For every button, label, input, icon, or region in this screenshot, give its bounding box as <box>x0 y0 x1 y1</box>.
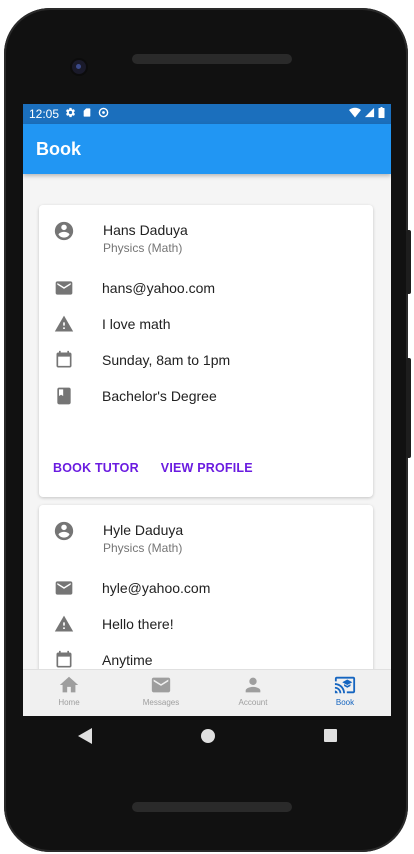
tutor-schedule: Anytime <box>102 652 153 668</box>
account-circle-icon <box>53 220 75 242</box>
view-profile-button[interactable]: VIEW PROFILE <box>161 461 253 475</box>
mail-icon <box>151 677 171 693</box>
signal-icon <box>364 107 375 121</box>
bottom-speaker <box>132 802 292 812</box>
card-actions: BOOK TUTOR VIEW PROFILE <box>53 461 253 475</box>
tutor-name: Hyle Daduya <box>103 522 184 538</box>
bottom-navigation: Home Messages Account Book <box>23 669 391 716</box>
battery-icon <box>378 107 385 121</box>
calendar-icon <box>53 649 75 670</box>
settings-icon <box>65 107 76 121</box>
email-row: hyle@yahoo.com <box>39 577 373 599</box>
tutor-card: Hyle Daduya Physics (Math) hyle@yahoo.co… <box>39 505 373 670</box>
nav-book[interactable]: Book <box>299 670 391 716</box>
tutor-list[interactable]: Hans Daduya Physics (Math) hans@yahoo.co… <box>23 174 391 670</box>
tutor-header: Hyle Daduya Physics (Math) <box>39 517 373 559</box>
schedule-row: Anytime <box>39 649 373 670</box>
app-bar: Book <box>23 124 391 174</box>
email-icon <box>53 277 75 299</box>
tutor-bio: I love math <box>102 316 171 332</box>
front-camera <box>72 60 86 74</box>
schedule-row: Sunday, 8am to 1pm <box>39 349 373 371</box>
book-tutor-button[interactable]: BOOK TUTOR <box>53 461 139 475</box>
nav-label: Messages <box>142 698 180 707</box>
recents-icon[interactable] <box>323 729 337 747</box>
nav-home[interactable]: Home <box>23 670 115 716</box>
wifi-icon <box>349 107 361 121</box>
tutor-subject: Physics (Math) <box>103 241 183 255</box>
warning-icon <box>53 613 75 635</box>
nav-account[interactable]: Account <box>207 670 299 716</box>
degree-row: Bachelor's Degree <box>39 385 373 407</box>
status-bar: 12:05 <box>23 104 391 124</box>
home-icon <box>59 676 79 693</box>
account-circle-icon <box>53 520 75 542</box>
bio-row: I love math <box>39 313 373 335</box>
status-time: 12:05 <box>29 107 60 121</box>
nav-label: Home <box>58 698 80 707</box>
nav-messages[interactable]: Messages <box>115 670 207 716</box>
nav-label: Book <box>335 698 355 707</box>
tutor-schedule: Sunday, 8am to 1pm <box>102 352 231 368</box>
tutor-name: Hans Daduya <box>103 222 188 238</box>
warning-icon <box>53 313 75 335</box>
person-icon <box>245 677 261 693</box>
bio-row: Hello there! <box>39 613 373 635</box>
tutor-subject: Physics (Math) <box>103 541 183 555</box>
tutor-header: Hans Daduya Physics (Math) <box>39 217 373 259</box>
tutor-email: hyle@yahoo.com <box>102 580 211 596</box>
home-circle-icon[interactable] <box>200 728 215 748</box>
nav-label: Account <box>238 698 268 707</box>
app-screen: 12:05 Book Hans Daduya Physics (Math) ha… <box>23 104 391 716</box>
sd-card-icon <box>82 107 92 121</box>
cast-for-education-icon <box>334 676 356 694</box>
volume-button <box>406 358 411 458</box>
power-button <box>406 230 411 294</box>
tutor-degree: Bachelor's Degree <box>102 388 217 404</box>
back-icon[interactable] <box>77 727 92 749</box>
system-navigation-bar <box>23 716 391 760</box>
page-title: Book <box>36 138 81 159</box>
tutor-bio: Hello there! <box>102 616 174 632</box>
calendar-icon <box>53 349 75 371</box>
book-icon <box>53 385 75 407</box>
tutor-card: Hans Daduya Physics (Math) hans@yahoo.co… <box>39 205 373 497</box>
top-speaker <box>132 54 292 64</box>
tutor-email: hans@yahoo.com <box>102 280 216 296</box>
email-icon <box>53 577 75 599</box>
sync-icon <box>98 107 109 121</box>
email-row: hans@yahoo.com <box>39 277 373 299</box>
